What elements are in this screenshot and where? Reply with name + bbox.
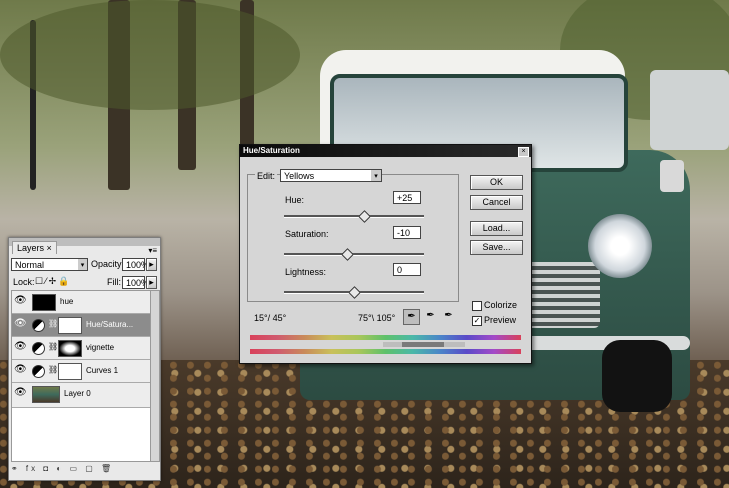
hue-saturation-dialog: Hue/Saturation × Edit: Yellows ▾ Hue: +2… [239, 144, 532, 364]
fill-input[interactable]: 100% [122, 276, 149, 289]
layer-mask-thumbnail [58, 363, 82, 380]
eyedropper-icon[interactable]: ✒ [403, 309, 420, 325]
eyedropper-minus-icon[interactable]: ✒ [441, 309, 456, 323]
opacity-label: Opacity: [91, 259, 125, 269]
lock-icons[interactable]: ☐⁄✢🔒 [35, 276, 71, 287]
eye-icon[interactable]: 👁 [14, 342, 27, 352]
eye-icon[interactable]: 👁 [14, 319, 27, 329]
blend-mode-select[interactable]: Normal ▾ [11, 258, 88, 271]
range-right-readout: 75°\ 105° [358, 313, 396, 323]
layers-scrollbar[interactable] [150, 290, 160, 462]
chain-link-icon[interactable]: ⛓ [48, 342, 58, 351]
eyedropper-plus-icon[interactable]: ✒ [423, 309, 438, 323]
dropdown-arrow-icon: ▾ [78, 259, 87, 270]
dialog-titlebar[interactable]: Hue/Saturation × [240, 145, 531, 157]
adjustment-layer-icon [32, 319, 45, 332]
foliage [0, 0, 300, 110]
colorize-label: Colorize [484, 300, 518, 310]
layer-name: Curves 1 [86, 366, 119, 375]
panel-menu-icon[interactable]: ▾≡ [148, 246, 157, 255]
load-button[interactable]: Load... [470, 221, 523, 236]
layer-row-layer-0[interactable]: 👁 Layer 0 [12, 383, 150, 408]
save-button[interactable]: Save... [470, 240, 523, 255]
saturation-slider[interactable] [284, 253, 424, 256]
lightness-input[interactable]: 0 [393, 263, 421, 276]
colorize-checkbox[interactable] [472, 301, 482, 311]
layers-tab-label: Layers [17, 243, 45, 253]
preview-label: Preview [484, 315, 517, 325]
dialog-title: Hue/Saturation [243, 146, 300, 155]
lightness-label: Lightness: [285, 267, 327, 277]
opacity-input[interactable]: 100% [122, 258, 149, 271]
saturation-input[interactable]: -10 [393, 226, 421, 239]
adjustment-layer-icon [32, 342, 45, 355]
cancel-button[interactable]: Cancel [470, 195, 523, 210]
edit-value: Yellows [284, 171, 315, 181]
chain-link-icon[interactable]: ⛓ [48, 319, 58, 328]
layer-row-vignette[interactable]: 👁 ⛓ vignette [12, 337, 150, 360]
layers-panel: Layers × ▾≡ Normal ▾ Opacity: 100% ▸ Loc… [8, 237, 161, 481]
dropdown-arrow-icon: ▾ [371, 170, 381, 181]
layer-name: vignette [86, 343, 115, 352]
adjustment-group [247, 174, 459, 302]
layer-row-hue-saturation[interactable]: 👁 ⛓ Hue/Satura... [12, 314, 150, 337]
layer-name: Layer 0 [64, 389, 91, 398]
eye-icon[interactable]: 👁 [14, 388, 27, 398]
van [650, 70, 729, 150]
layer-list: 👁 hue 👁 ⛓ Hue/Satura... 👁 ⛓ vignette 👁 ⛓… [11, 290, 151, 462]
edit-select[interactable]: Yellows ▾ [280, 169, 382, 182]
hue-label: Hue: [285, 195, 305, 205]
layer-mask-thumbnail [58, 317, 82, 334]
layer-name: Hue/Satura... [86, 320, 134, 329]
layer-name: hue [60, 297, 74, 306]
layer-mask-thumbnail [58, 340, 82, 357]
lock-label: Lock: [13, 277, 35, 287]
layer-thumbnail [32, 386, 60, 403]
hue-input[interactable]: +25 [393, 191, 421, 204]
fill-stepper[interactable]: ▸ [146, 276, 157, 289]
hue-spectrum-bar [250, 335, 521, 340]
layers-footer-toolbar[interactable]: ⚭ fx ◘ ◐ ▭ ▢ 🗑 [11, 464, 158, 476]
fill-label: Fill: [107, 277, 121, 287]
layer-row-hue[interactable]: 👁 hue [12, 291, 150, 314]
close-icon[interactable]: × [47, 243, 52, 253]
ok-button[interactable]: OK [470, 175, 523, 190]
chain-link-icon[interactable]: ⛓ [48, 365, 58, 374]
close-icon[interactable]: × [518, 147, 529, 157]
car-wheel [602, 340, 672, 412]
opacity-stepper[interactable]: ▸ [146, 258, 157, 271]
edit-label: Edit: [255, 171, 278, 181]
layer-row-curves[interactable]: 👁 ⛓ Curves 1 [12, 360, 150, 383]
car-headlight [588, 214, 652, 278]
saturation-label: Saturation: [285, 229, 329, 239]
eye-icon[interactable]: 👁 [14, 296, 27, 306]
car-mirror [660, 160, 684, 192]
layer-thumbnail [32, 294, 56, 311]
color-range-core[interactable] [402, 342, 444, 347]
adjusted-spectrum-bar [250, 349, 521, 354]
adjustment-layer-icon [32, 365, 45, 378]
hue-slider[interactable] [284, 215, 424, 218]
car-grille [520, 262, 600, 328]
preview-checkbox[interactable]: ✓ [472, 316, 482, 326]
blend-mode-value: Normal [15, 260, 45, 270]
layers-tab[interactable]: Layers × [12, 241, 57, 254]
eye-icon[interactable]: 👁 [14, 365, 27, 375]
range-left-readout: 15°/ 45° [254, 313, 287, 323]
